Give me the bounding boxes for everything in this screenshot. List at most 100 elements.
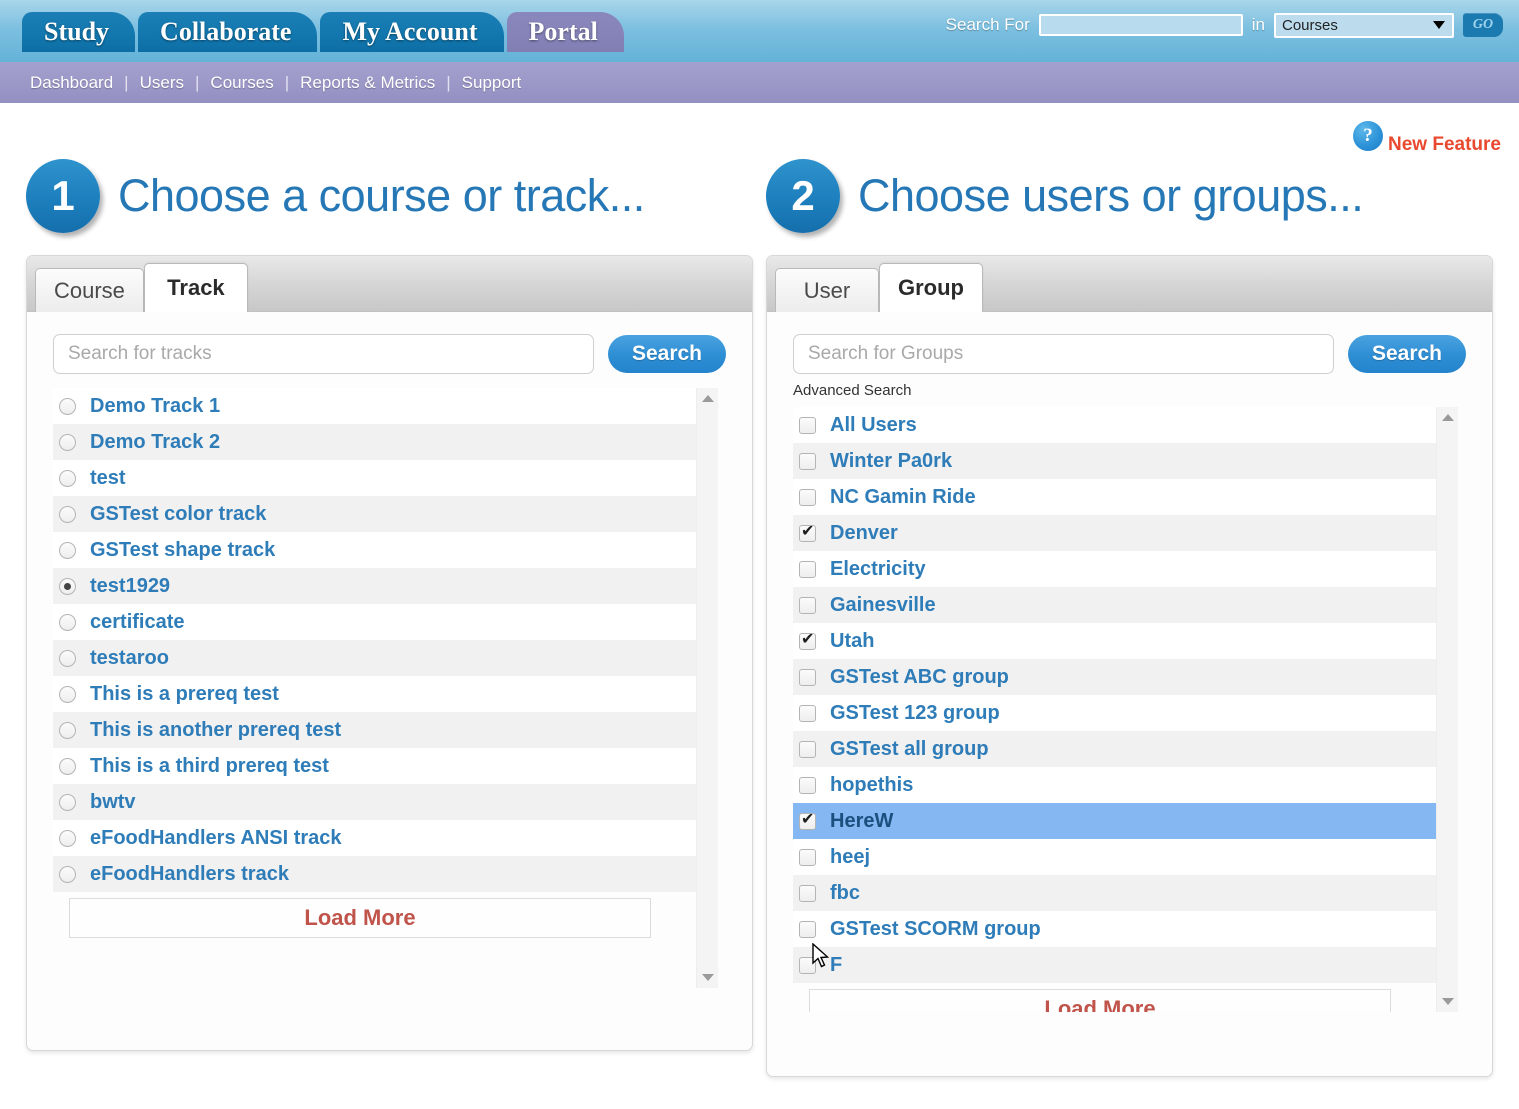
group-list-item-label[interactable]: NC Gamin Ride xyxy=(830,486,976,509)
group-list-item-label[interactable]: HereW xyxy=(830,810,893,833)
checkbox-icon[interactable] xyxy=(799,704,816,722)
checkbox-icon[interactable] xyxy=(799,956,816,974)
nav-item-reports-metrics[interactable]: Reports & Metrics xyxy=(300,73,435,93)
radio-button-icon[interactable] xyxy=(59,541,76,559)
track-list-item-label[interactable]: test1929 xyxy=(90,575,170,598)
nav-item-courses[interactable]: Courses xyxy=(210,73,273,93)
group-list-item[interactable]: F xyxy=(793,947,1439,983)
group-list-item-label[interactable]: Utah xyxy=(830,630,874,653)
group-search-input[interactable] xyxy=(793,334,1334,374)
radio-button-icon[interactable] xyxy=(59,613,76,631)
radio-button-icon[interactable] xyxy=(59,397,76,415)
track-list-item[interactable]: testaroo xyxy=(53,640,699,676)
group-list-item-label[interactable]: fbc xyxy=(830,882,860,905)
group-list-item[interactable]: heej xyxy=(793,839,1439,875)
track-list-item[interactable]: test xyxy=(53,460,699,496)
track-list-item[interactable]: This is another prereq test xyxy=(53,712,699,748)
track-list-item-label[interactable]: This is another prereq test xyxy=(90,719,341,742)
group-list-item-label[interactable]: GSTest SCORM group xyxy=(830,918,1041,941)
radio-button-icon[interactable] xyxy=(59,865,76,883)
track-list-item-label[interactable]: Demo Track 1 xyxy=(90,395,220,418)
tab-course[interactable]: Course xyxy=(35,268,144,312)
group-list-item[interactable]: GSTest SCORM group xyxy=(793,911,1439,947)
checkbox-icon[interactable] xyxy=(799,884,816,902)
track-list-item[interactable]: eFoodHandlers track xyxy=(53,856,699,892)
track-list-item[interactable]: test1929 xyxy=(53,568,699,604)
track-list-item[interactable]: This is a third prereq test xyxy=(53,748,699,784)
search-scope-select[interactable]: Courses xyxy=(1274,12,1454,38)
group-list-item[interactable]: GSTest 123 group xyxy=(793,695,1439,731)
radio-button-icon[interactable] xyxy=(59,721,76,739)
scroll-up-icon[interactable] xyxy=(701,395,714,402)
radio-button-icon[interactable] xyxy=(59,793,76,811)
group-load-more-button[interactable]: Load More xyxy=(809,989,1391,1012)
nav-item-dashboard[interactable]: Dashboard xyxy=(30,73,113,93)
group-list-item-label[interactable]: Gainesville xyxy=(830,594,936,617)
track-list-item-label[interactable]: GSTest color track xyxy=(90,503,266,526)
nav-item-users[interactable]: Users xyxy=(140,73,184,93)
main-tab-portal[interactable]: Portal xyxy=(506,12,624,52)
track-list-item[interactable]: Demo Track 1 xyxy=(53,388,699,424)
scroll-up-icon[interactable] xyxy=(1441,414,1454,421)
track-list-item-label[interactable]: bwtv xyxy=(90,791,136,814)
track-list-item[interactable]: GSTest color track xyxy=(53,496,699,532)
radio-button-icon[interactable] xyxy=(59,829,76,847)
group-list-item-label[interactable]: Winter Pa0rk xyxy=(830,450,952,473)
track-list-item-label[interactable]: eFoodHandlers track xyxy=(90,863,289,886)
radio-button-icon[interactable] xyxy=(59,649,76,667)
advanced-search-link[interactable]: Advanced Search xyxy=(793,382,1466,399)
checkbox-icon[interactable] xyxy=(799,810,816,830)
group-list-item[interactable]: GSTest ABC group xyxy=(793,659,1439,695)
track-list-item[interactable]: eFoodHandlers ANSI track xyxy=(53,820,699,856)
main-tab-study[interactable]: Study xyxy=(22,12,136,52)
group-list-item[interactable]: fbc xyxy=(793,875,1439,911)
tab-track[interactable]: Track xyxy=(143,263,248,312)
group-list-item[interactable]: Gainesville xyxy=(793,587,1439,623)
checkbox-icon[interactable] xyxy=(799,596,816,614)
group-list-scrollbar[interactable] xyxy=(1436,407,1458,1012)
group-list-item[interactable]: Winter Pa0rk xyxy=(793,443,1439,479)
radio-button-icon[interactable] xyxy=(59,433,76,451)
group-list-item[interactable]: Utah xyxy=(793,623,1439,659)
track-list-item-label[interactable]: This is a third prereq test xyxy=(90,755,329,778)
go-button[interactable]: GO xyxy=(1463,13,1503,37)
checkbox-icon[interactable] xyxy=(799,630,816,650)
track-list-item-label[interactable]: This is a prereq test xyxy=(90,683,279,706)
group-list-item[interactable]: All Users xyxy=(793,407,1439,443)
checkbox-icon[interactable] xyxy=(799,776,816,794)
group-list-item[interactable]: NC Gamin Ride xyxy=(793,479,1439,515)
checkbox-icon[interactable] xyxy=(799,740,816,758)
track-list-item[interactable]: GSTest shape track xyxy=(53,532,699,568)
track-list-item-label[interactable]: eFoodHandlers ANSI track xyxy=(90,827,342,850)
track-search-input[interactable] xyxy=(53,334,594,374)
checkbox-icon[interactable] xyxy=(799,452,816,470)
checkbox-icon[interactable] xyxy=(799,416,816,434)
checkbox-icon[interactable] xyxy=(799,668,816,686)
checkbox-icon[interactable] xyxy=(799,488,816,506)
track-list-item[interactable]: certificate xyxy=(53,604,699,640)
track-list-item-label[interactable]: GSTest shape track xyxy=(90,539,275,562)
group-list-item-label[interactable]: hopethis xyxy=(830,774,913,797)
track-search-button[interactable]: Search xyxy=(608,335,726,373)
radio-button-icon[interactable] xyxy=(59,469,76,487)
radio-button-icon[interactable] xyxy=(59,577,76,595)
checkbox-icon[interactable] xyxy=(799,560,816,578)
main-tab-collaborate[interactable]: Collaborate xyxy=(138,12,318,52)
checkbox-icon[interactable] xyxy=(799,848,816,866)
group-list-item-label[interactable]: GSTest ABC group xyxy=(830,666,1009,689)
group-list-item-label[interactable]: F xyxy=(830,954,842,977)
question-mark-icon[interactable]: ? xyxy=(1353,121,1384,151)
group-list-item[interactable]: hopethis xyxy=(793,767,1439,803)
group-list-item-label[interactable]: Denver xyxy=(830,522,898,545)
radio-button-icon[interactable] xyxy=(59,757,76,775)
scroll-down-icon[interactable] xyxy=(1441,998,1454,1005)
group-list-item[interactable]: HereW xyxy=(793,803,1439,839)
checkbox-icon[interactable] xyxy=(799,920,816,938)
tab-group[interactable]: Group xyxy=(879,263,983,312)
track-list-item[interactable]: bwtv xyxy=(53,784,699,820)
group-list-item-label[interactable]: All Users xyxy=(830,414,917,437)
track-list-item-label[interactable]: test xyxy=(90,467,126,490)
track-list-item-label[interactable]: testaroo xyxy=(90,647,169,670)
group-list-item[interactable]: Denver xyxy=(793,515,1439,551)
track-list-item-label[interactable]: certificate xyxy=(90,611,185,634)
